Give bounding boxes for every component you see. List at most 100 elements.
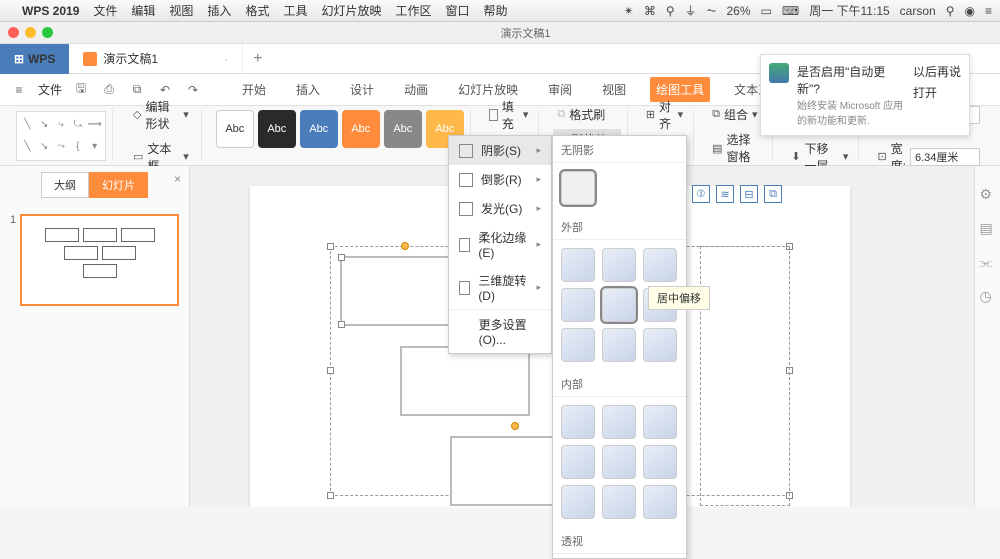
new-tab[interactable]: +	[243, 50, 272, 68]
menu-view[interactable]: 视图	[169, 2, 193, 19]
floating-align-toolbar: ⦶ ≋ ⊟ ⧉	[692, 185, 782, 203]
sect-persp: 透视	[553, 527, 686, 554]
maximize-window[interactable]	[42, 27, 53, 38]
tab-close[interactable]: ·	[224, 52, 228, 66]
bluetooth-icon[interactable]: ⚲	[666, 4, 675, 18]
battery-pct[interactable]: 26%	[726, 4, 750, 18]
style-5[interactable]: Abc	[384, 110, 422, 148]
shadow-out-3[interactable]	[643, 248, 677, 282]
select-pane-btn[interactable]: ▤ 选择窗格	[708, 129, 766, 167]
align-icon-3[interactable]: ⊟	[740, 185, 758, 203]
shape-3[interactable]	[400, 346, 530, 416]
formatpainter-btn[interactable]: ⧉ 格式刷	[553, 104, 620, 125]
effect-glow[interactable]: 发光(G)▸	[449, 194, 551, 223]
tab-view[interactable]: 视图	[596, 77, 632, 102]
menu-help[interactable]: 帮助	[484, 2, 508, 19]
link-icon[interactable]: ⫘	[980, 254, 996, 270]
app-name[interactable]: WPS 2019	[22, 4, 79, 18]
tab-design[interactable]: 设计	[344, 77, 380, 102]
shadow-out-1[interactable]	[561, 248, 595, 282]
effect-more[interactable]: 更多设置(O)...	[449, 309, 551, 353]
shadow-in-3[interactable]	[643, 405, 677, 439]
notif-open[interactable]: 打开	[913, 84, 961, 101]
menu-file[interactable]: 文件	[93, 2, 117, 19]
wechat-icon[interactable]: ✴	[624, 4, 634, 18]
shadow-gallery: 无阴影 外部 内部 透视	[552, 135, 687, 559]
shadow-in-4[interactable]	[561, 445, 595, 479]
shadow-out-7[interactable]	[561, 328, 595, 362]
shadow-in-5[interactable]	[602, 445, 636, 479]
align-btn[interactable]: ⊞ 对齐 ▾	[642, 96, 687, 134]
menu-tools[interactable]: 工具	[283, 2, 307, 19]
slide-thumb-1[interactable]: 1	[10, 214, 179, 306]
print-icon[interactable]: ⎙	[100, 81, 118, 99]
file-tab[interactable]: 文件	[38, 81, 62, 98]
gear-icon[interactable]: ⚙	[980, 186, 996, 202]
clock[interactable]: 周一 下午11:15	[809, 2, 889, 19]
tab-review[interactable]: 审阅	[542, 77, 578, 102]
style-2[interactable]: Abc	[258, 110, 296, 148]
document-tab[interactable]: 演示文稿1 ·	[69, 44, 243, 73]
menu-format[interactable]: 格式	[245, 2, 269, 19]
tab-anim[interactable]: 动画	[398, 77, 434, 102]
shadow-none[interactable]	[561, 171, 595, 205]
effect-shadow[interactable]: 阴影(S)▸	[449, 136, 551, 165]
shape-5-outline[interactable]	[700, 246, 790, 506]
user[interactable]: carson	[900, 4, 936, 18]
spotlight-icon[interactable]: ⚲	[946, 4, 955, 18]
style-4[interactable]: Abc	[342, 110, 380, 148]
window-titlebar: 演示文稿1	[0, 22, 1000, 44]
style-1[interactable]: Abc	[216, 110, 254, 148]
save-icon[interactable]: 🖫	[72, 81, 90, 99]
edit-shape-btn[interactable]: ◇ 编辑形状 ▾	[127, 96, 195, 134]
shadow-in-2[interactable]	[602, 405, 636, 439]
vol-icon[interactable]: ⏦	[707, 3, 717, 18]
align-icon-1[interactable]: ⦶	[692, 185, 710, 203]
input-icon[interactable]: ⌨	[782, 4, 799, 18]
effect-softedge[interactable]: 柔化边缘(E)▸	[449, 223, 551, 266]
outline-tab[interactable]: 大纲	[41, 172, 89, 198]
fill-btn[interactable]: 填充 ▾	[485, 96, 533, 134]
shadow-in-6[interactable]	[643, 445, 677, 479]
menu-workspace[interactable]: 工作区	[395, 2, 431, 19]
close-window[interactable]	[8, 27, 19, 38]
battery-icon[interactable]: ▭	[761, 4, 772, 18]
align-icon-4[interactable]: ⧉	[764, 185, 782, 203]
shadow-out-9[interactable]	[643, 328, 677, 362]
wifi-icon[interactable]: ⏚	[685, 2, 697, 19]
siri-icon[interactable]: ◉	[965, 4, 975, 18]
style-3[interactable]: Abc	[300, 110, 338, 148]
shadow-out-4[interactable]	[561, 288, 595, 322]
shadow-out-2[interactable]	[602, 248, 636, 282]
effect-3drotate[interactable]: 三维旋转(D)▸	[449, 266, 551, 309]
menu-insert[interactable]: 插入	[207, 2, 231, 19]
align-icon-2[interactable]: ≋	[716, 185, 734, 203]
minimize-window[interactable]	[25, 27, 36, 38]
shadow-out-8[interactable]	[602, 328, 636, 362]
sect-inner: 内部	[553, 370, 686, 397]
shadow-in-8[interactable]	[602, 485, 636, 519]
tab-home[interactable]: 开始	[236, 77, 272, 102]
layers-icon[interactable]: ▤	[980, 220, 996, 236]
menu-edit[interactable]: 编辑	[131, 2, 155, 19]
menu-icon[interactable]: ≡	[10, 81, 28, 99]
shadow-out-5[interactable]	[602, 288, 636, 322]
shadow-in-1[interactable]	[561, 405, 595, 439]
menu-slideshow[interactable]: 幻灯片放映	[321, 2, 381, 19]
notif-later[interactable]: 以后再说	[913, 63, 961, 80]
clock-icon[interactable]: ◷	[980, 288, 996, 304]
shadow-in-9[interactable]	[643, 485, 677, 519]
menu-window[interactable]: 窗口	[446, 2, 470, 19]
effect-reflection[interactable]: 倒影(R)▸	[449, 165, 551, 194]
screen-icon[interactable]: ⌘	[644, 4, 656, 18]
wps-home-tab[interactable]: ⊞ WPS	[0, 44, 69, 74]
panel-close[interactable]: ×	[174, 172, 181, 186]
width-input[interactable]	[910, 148, 980, 166]
tab-insert[interactable]: 插入	[290, 77, 326, 102]
shadow-in-7[interactable]	[561, 485, 595, 519]
group-btn[interactable]: ⧉ 组合 ▾	[708, 104, 766, 125]
slides-tab[interactable]: 幻灯片	[89, 172, 148, 198]
notif-icon[interactable]: ≡	[985, 4, 992, 18]
line-shapes-gallery[interactable]: ╲↘⤷⤿⟿ ╲↘⤳{▾	[16, 111, 106, 161]
notif-title: 是否启用"自动更新"?	[797, 63, 905, 97]
